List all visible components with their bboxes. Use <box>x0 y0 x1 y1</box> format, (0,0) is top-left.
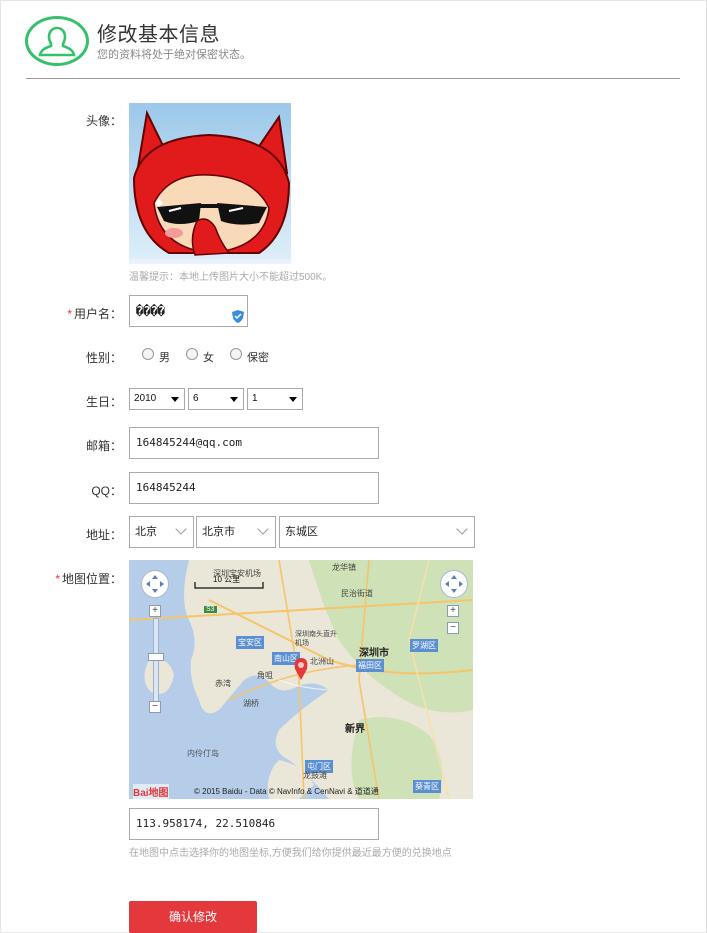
qq-value: 164845244 <box>136 481 196 494</box>
gender-radio-secret[interactable] <box>230 348 242 360</box>
pan-arrows-icon <box>146 575 164 593</box>
map-label: 福田区 <box>356 659 384 672</box>
email-input[interactable]: 164845244@qq.com <box>129 427 379 459</box>
header-divider <box>26 78 680 79</box>
pan-arrows-icon <box>445 575 463 593</box>
submit-button[interactable]: 确认修改 <box>129 901 257 933</box>
birth-day-value: 1 <box>252 393 258 404</box>
gender-option-female: 女 <box>203 352 214 364</box>
district-select[interactable]: 东城区 <box>279 516 475 548</box>
birth-day-select[interactable]: 1 <box>247 388 303 410</box>
avatar-image[interactable] <box>129 103 291 264</box>
map-label: 内伶仃岛 <box>187 749 219 758</box>
dropdown-arrow-icon <box>171 397 179 402</box>
username-value: ���� <box>136 304 165 318</box>
map-zoom-slider[interactable] <box>153 618 159 710</box>
gender-option-secret: 保密 <box>247 352 269 364</box>
page-title: 修改基本信息 <box>97 24 220 46</box>
username-label: * 用户名： <box>32 305 122 322</box>
page-subtitle: 您的资料将处于绝对保密状态。 <box>97 49 251 61</box>
map-label: 葵青区 <box>413 780 441 793</box>
avatar-label: 头像： <box>85 114 122 128</box>
map-pan-control-right[interactable] <box>440 570 468 598</box>
map-label: 深圳南头直升机场 <box>295 631 337 647</box>
map-pan-control[interactable] <box>141 570 169 598</box>
map-zoom-in-button[interactable]: + <box>149 605 161 617</box>
username-input[interactable]: ���� <box>129 295 248 327</box>
birth-month-value: 6 <box>193 393 199 404</box>
username-label-text: 用户名： <box>73 307 122 321</box>
birthday-label: 生日： <box>85 395 122 409</box>
map-label: S3 <box>204 606 217 613</box>
dropdown-arrow-icon <box>289 397 297 402</box>
map-zoom-out-button[interactable]: − <box>149 701 161 713</box>
dropdown-arrow-icon <box>230 397 238 402</box>
required-mark: * <box>67 307 72 321</box>
map-label: 湖桥 <box>243 699 259 708</box>
gender-label: 性别： <box>85 351 122 365</box>
map-label: 角咀 <box>257 671 273 680</box>
avatar-hint: 温馨提示：本地上传图片大小不能超过500K。 <box>129 272 333 283</box>
city-value: 北京市 <box>202 526 235 538</box>
map-scale-label: 10 公里 <box>213 575 241 584</box>
map-zoom-in-button-right[interactable]: + <box>447 605 459 617</box>
email-value: 164845244@qq.com <box>136 436 242 449</box>
district-value: 东城区 <box>285 526 318 538</box>
map-label: 赤湾 <box>215 679 231 688</box>
map-label: 龙华镇 <box>332 563 356 572</box>
map-label: 罗湖区 <box>410 639 438 652</box>
gender-radio-female[interactable] <box>186 348 198 360</box>
chevron-down-icon <box>175 523 187 535</box>
shield-icon <box>232 304 244 334</box>
birth-month-select[interactable]: 6 <box>188 388 244 410</box>
map-zoom-out-button-right[interactable]: − <box>447 622 459 634</box>
map-label: 宝安区 <box>236 636 264 649</box>
map-hint: 在地图中点击选择你的地图坐标,方便我们给你提供最近最方便的兑换地点 <box>129 848 452 859</box>
map-label: 民治街道 <box>341 589 373 598</box>
qq-label: QQ： <box>91 484 122 498</box>
map-zoom-handle[interactable] <box>148 653 164 661</box>
map-attribution: © 2015 Baidu - Data © NavInfo & CenNavi … <box>194 787 379 796</box>
user-profile-icon <box>25 16 89 66</box>
address-label: 地址： <box>85 528 122 542</box>
chevron-down-icon <box>456 523 468 535</box>
map-marker-icon[interactable] <box>293 658 309 683</box>
map-label: 深圳市 <box>359 648 389 659</box>
map-label: 北洲山 <box>310 657 334 666</box>
map-position-label: * 地图位置： <box>32 570 122 587</box>
map-label: 新界 <box>345 724 365 735</box>
map-widget[interactable]: 深圳宝安机场 龙华镇 民治街道 宝安区 深圳南头直升机场 罗湖区 南山区 北洲山… <box>129 560 473 799</box>
gender-option-male: 男 <box>159 352 170 364</box>
email-label: 邮箱： <box>85 439 122 453</box>
gender-radio-male[interactable] <box>142 348 154 360</box>
province-value: 北京 <box>135 526 157 538</box>
city-select[interactable]: 北京市 <box>196 516 276 548</box>
birth-year-value: 2010 <box>134 393 157 404</box>
required-mark: * <box>55 572 60 586</box>
map-label: 龙鼓滩 <box>303 771 327 780</box>
map-position-label-text: 地图位置： <box>61 572 122 586</box>
baidu-map-logo: Bai地图 <box>133 784 169 799</box>
birth-year-select[interactable]: 2010 <box>129 388 185 410</box>
qq-input[interactable]: 164845244 <box>129 472 379 504</box>
province-select[interactable]: 北京 <box>129 516 194 548</box>
coordinates-value: 113.958174, 22.510846 <box>136 817 276 830</box>
chevron-down-icon <box>257 523 269 535</box>
coordinates-input[interactable]: 113.958174, 22.510846 <box>129 808 379 840</box>
